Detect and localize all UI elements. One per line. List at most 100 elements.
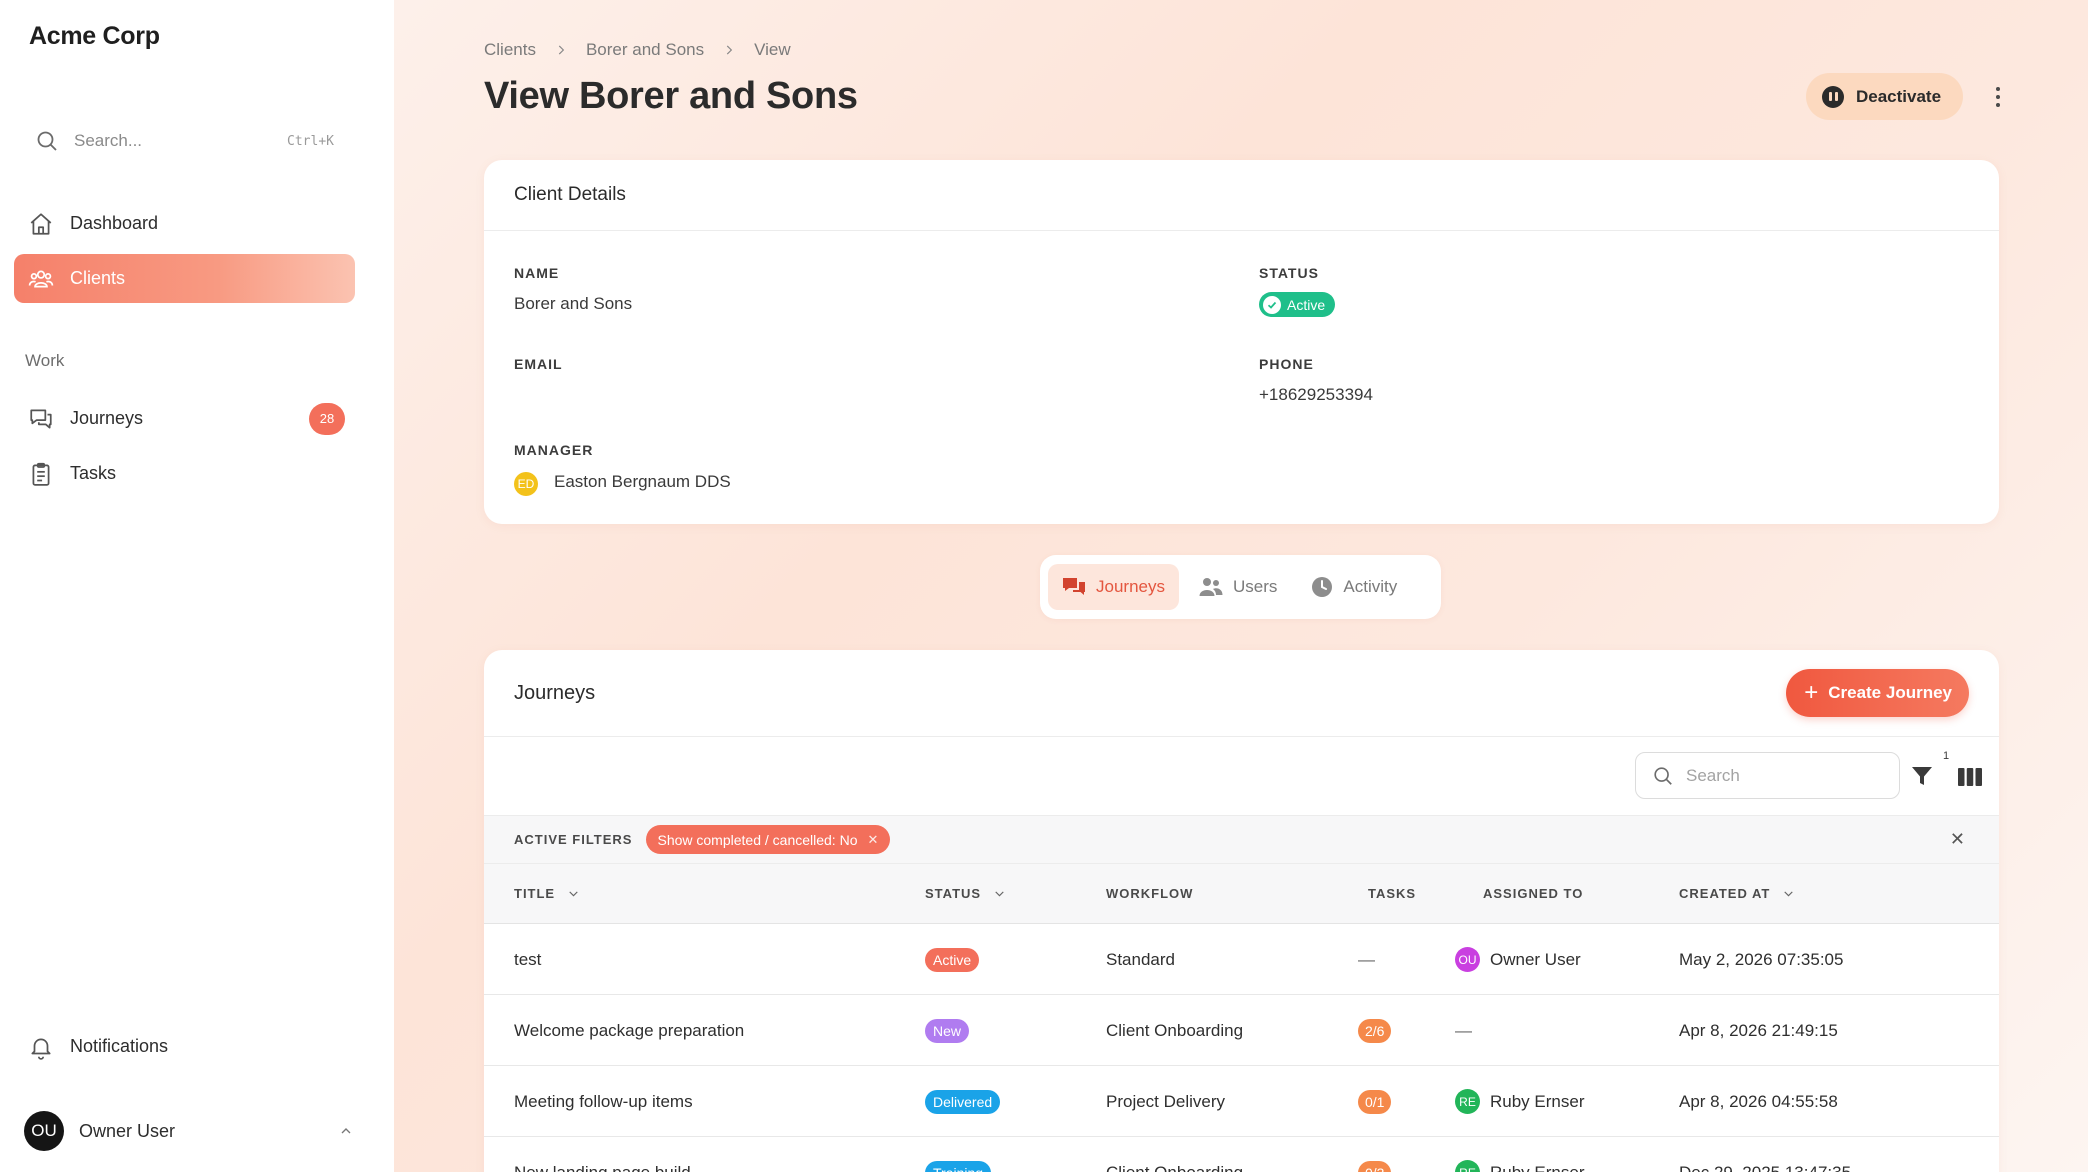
table-row[interactable]: New landing page build Training Client O…: [484, 1137, 1999, 1172]
sidebar-item-tasks[interactable]: Tasks: [14, 449, 355, 498]
column-status[interactable]: STATUS: [925, 886, 1006, 901]
name-value: Borer and Sons: [514, 294, 633, 313]
tab-journeys[interactable]: Journeys: [1048, 564, 1179, 610]
sidebar-item-journeys[interactable]: Journeys 28: [14, 394, 355, 443]
row-assignee: RE Ruby Ernser: [1455, 1066, 1584, 1137]
deactivate-button[interactable]: Deactivate: [1806, 73, 1964, 120]
client-details-heading: Client Details: [484, 160, 1999, 231]
sidebar-item-notifications[interactable]: Notifications: [14, 1022, 355, 1071]
status-badge: Active: [925, 947, 980, 972]
client-tabs: Journeys Users Activity: [1040, 555, 1441, 619]
clear-filters-icon[interactable]: ✕: [1950, 829, 1965, 850]
filter-chip[interactable]: Show completed / cancelled: No ✕: [646, 825, 891, 854]
avatar: RE: [1455, 1160, 1480, 1172]
chat-bubbles-icon: [1062, 576, 1086, 598]
row-created: Apr 8, 2026 04:55:58: [1679, 1091, 1838, 1111]
page-title: View Borer and Sons: [484, 75, 858, 117]
chevron-right-icon: [722, 43, 736, 57]
users-icon: [26, 264, 56, 294]
row-status-cell: Active: [925, 924, 980, 995]
tasks-badge: 0/1: [1358, 1089, 1392, 1114]
row-workflow: Client Onboarding: [1106, 1020, 1244, 1040]
row-workflow: Standard: [1106, 949, 1175, 969]
breadcrumb: Clients Borer and Sons View: [484, 40, 791, 60]
column-tasks-label: TASKS: [1368, 886, 1417, 901]
sidebar-search[interactable]: Search... Ctrl+K: [32, 124, 352, 158]
manager-name[interactable]: Easton Bergnaum DDS: [554, 472, 731, 492]
journeys-count-badge: 28: [309, 402, 345, 435]
tab-label: Activity: [1343, 577, 1398, 596]
row-title: Welcome package preparation: [514, 1020, 745, 1040]
search-shortcut: Ctrl+K: [287, 133, 334, 149]
row-assignee: —: [1455, 1020, 1472, 1040]
avatar: OU: [24, 1111, 64, 1151]
chevron-down-icon: [567, 887, 580, 900]
filter-icon[interactable]: [1910, 764, 1934, 793]
client-details-card: Client Details: [484, 160, 1999, 524]
table-row[interactable]: Welcome package preparation New Client O…: [484, 995, 1999, 1066]
table-header: TITLE STATUS WORKFLOW TASKS ASSIGNED TO …: [484, 864, 1999, 924]
journeys-search-placeholder: Search: [1686, 765, 1740, 785]
chat-bubbles-icon: [26, 404, 56, 434]
column-title[interactable]: TITLE: [514, 886, 580, 901]
row-assignee: RE Ruby Ernser: [1455, 1137, 1584, 1172]
phone-value: +18629253394: [1259, 385, 1373, 404]
column-assigned: ASSIGNED TO: [1483, 886, 1583, 901]
row-workflow: Project Delivery: [1106, 1091, 1226, 1111]
user-name: Owner User: [79, 1120, 176, 1141]
row-assignee: OU Owner User: [1455, 924, 1581, 995]
row-status-cell: New: [925, 995, 970, 1066]
table-row[interactable]: test Active Standard — OU Owner User May…: [484, 924, 1999, 995]
create-journey-button[interactable]: + Create Journey: [1786, 669, 1969, 717]
row-title: New landing page build: [514, 1162, 691, 1172]
journeys-heading: Journeys: [514, 681, 596, 704]
user-menu[interactable]: OU Owner User: [24, 1110, 364, 1152]
create-journey-label: Create Journey: [1828, 683, 1952, 702]
table-toolbar: Search 1: [484, 737, 1999, 816]
column-created-label: CREATED AT: [1679, 886, 1771, 901]
clipboard-icon: [26, 459, 56, 489]
row-title: Meeting follow-up items: [514, 1091, 693, 1111]
row-tasks-cell: 0/3: [1358, 1137, 1392, 1172]
column-workflow: WORKFLOW: [1106, 886, 1193, 901]
columns-icon[interactable]: [1958, 767, 1982, 792]
tab-label: Journeys: [1096, 577, 1165, 596]
breadcrumb-current: View: [754, 40, 791, 59]
avatar: OU: [1455, 947, 1480, 972]
row-created: Dec 29, 2025 13:47:35: [1679, 1162, 1852, 1172]
row-created: May 2, 2026 07:35:05: [1679, 949, 1844, 969]
search-icon: [1652, 765, 1674, 787]
column-created[interactable]: CREATED AT: [1679, 886, 1795, 901]
column-tasks: TASKS: [1368, 886, 1416, 901]
tab-label: Users: [1232, 577, 1278, 596]
row-workflow: Client Onboarding: [1106, 1162, 1244, 1172]
status-badge-label: Active: [1287, 296, 1326, 313]
sidebar-item-clients[interactable]: Clients: [14, 254, 355, 303]
sidebar-item-label: Clients: [70, 268, 126, 288]
active-filters-bar: ACTIVE FILTERS Show completed / cancelle…: [484, 816, 1999, 864]
more-options-icon[interactable]: [1988, 82, 2008, 112]
manager-label: MANAGER: [514, 442, 594, 458]
breadcrumb-clients[interactable]: Clients: [484, 40, 536, 60]
bell-icon: [26, 1032, 56, 1062]
filter-count-badge: 1: [1943, 750, 1950, 762]
assignee-name: Owner User: [1490, 949, 1581, 969]
column-status-label: STATUS: [925, 886, 982, 901]
journeys-header: Journeys + Create Journey: [484, 650, 1999, 737]
manager-avatar: ED: [514, 472, 538, 496]
brand-name: Acme Corp: [29, 22, 160, 50]
deactivate-label: Deactivate: [1856, 86, 1942, 106]
breadcrumb-client[interactable]: Borer and Sons: [586, 40, 704, 60]
table-row[interactable]: Meeting follow-up items Delivered Projec…: [484, 1066, 1999, 1137]
assignee-name: Ruby Ernser: [1490, 1162, 1585, 1172]
status-badge: Delivered: [925, 1089, 1001, 1114]
column-assigned-label: ASSIGNED TO: [1483, 886, 1584, 901]
plus-icon: +: [1804, 679, 1819, 706]
journeys-search-input[interactable]: Search: [1635, 752, 1900, 799]
tab-activity[interactable]: Activity: [1297, 564, 1411, 610]
sidebar-item-label: Tasks: [70, 463, 117, 483]
sidebar-item-dashboard[interactable]: Dashboard: [14, 199, 355, 248]
sidebar-item-label: Dashboard: [70, 213, 159, 233]
tab-users[interactable]: Users: [1185, 564, 1291, 610]
close-icon[interactable]: ✕: [867, 832, 878, 848]
